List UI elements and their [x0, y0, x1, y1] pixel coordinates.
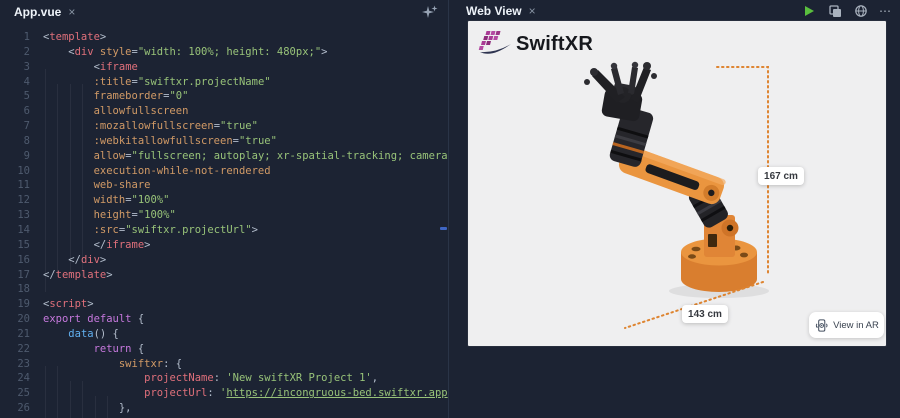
line-number: 25 [0, 386, 30, 401]
line-number: 13 [0, 208, 30, 223]
code-line[interactable]: 6 allowfullscreen [0, 104, 448, 119]
webview-tabbar: Web View × ⋯ [450, 0, 900, 21]
code-line[interactable]: 26 }, [0, 401, 448, 416]
height-measurement-label: 167 cm [758, 167, 804, 185]
scroll-marker [440, 227, 447, 230]
width-measurement-label: 143 cm [682, 305, 728, 323]
line-number: 21 [0, 327, 30, 342]
code-line[interactable]: 17</template> [0, 268, 448, 283]
code-line[interactable]: 7 :mozallowfullscreen="true" [0, 119, 448, 134]
tab-app-vue-label: App.vue [14, 5, 61, 19]
indent-guide [107, 396, 108, 418]
code-editor[interactable]: 1<template>2 <div style="width: 100%; he… [0, 24, 448, 418]
line-number: 15 [0, 238, 30, 253]
indent-guide [45, 69, 46, 292]
line-number: 12 [0, 193, 30, 208]
ai-sparkle-icon[interactable] [422, 4, 438, 20]
code-lines: 1<template>2 <div style="width: 100%; he… [0, 30, 448, 416]
line-number: 19 [0, 297, 30, 312]
code-line[interactable]: 10 execution-while-not-rendered [0, 164, 448, 179]
code-line[interactable]: 9 allow="fullscreen; autoplay; xr-spatia… [0, 149, 448, 164]
swiftxr-3d-viewer-canvas[interactable]: SwiftXR 167 cm 143 cm View in AR [468, 21, 886, 346]
line-number: 18 [0, 282, 30, 297]
indent-guide [82, 381, 83, 418]
tab-web-view[interactable]: Web View × [462, 2, 540, 20]
line-number: 17 [0, 268, 30, 283]
code-line[interactable]: 2 <div style="width: 100%; height: 480px… [0, 45, 448, 60]
editor-tabbar: App.vue × [0, 0, 448, 24]
tab-web-view-label: Web View [466, 4, 522, 18]
indent-guide [82, 84, 83, 277]
indent-guide [57, 84, 58, 277]
code-line[interactable]: 18 [0, 282, 448, 297]
line-number: 8 [0, 134, 30, 149]
code-line[interactable]: 15 </iframe> [0, 238, 448, 253]
line-number: 3 [0, 60, 30, 75]
line-number: 22 [0, 342, 30, 357]
copy-pages-icon[interactable] [827, 3, 843, 19]
line-number: 16 [0, 253, 30, 268]
line-number: 10 [0, 164, 30, 179]
run-icon[interactable] [801, 3, 817, 19]
line-number: 20 [0, 312, 30, 327]
robot-arm-3d-model [468, 21, 886, 346]
code-line[interactable]: 11 web-share [0, 178, 448, 193]
code-line[interactable]: 13 height="100%" [0, 208, 448, 223]
line-number: 7 [0, 119, 30, 134]
line-number: 1 [0, 30, 30, 45]
more-icon[interactable]: ⋯ [879, 5, 892, 17]
code-line[interactable]: 4 :title="swiftxr.projectName" [0, 75, 448, 90]
line-number: 2 [0, 45, 30, 60]
swiftxr-logo: SwiftXR [478, 29, 593, 59]
line-number: 26 [0, 401, 30, 416]
line-number: 9 [0, 149, 30, 164]
code-line[interactable]: 8 :webkitallowfullscreen="true" [0, 134, 448, 149]
close-icon[interactable]: × [529, 5, 536, 17]
ar-phone-icon [814, 318, 829, 333]
code-line[interactable]: 1<template> [0, 30, 448, 45]
code-line[interactable]: 16 </div> [0, 253, 448, 268]
close-icon[interactable]: × [68, 6, 75, 18]
code-editor-pane: App.vue × 1<template>2 <div style="width… [0, 0, 449, 418]
line-number: 11 [0, 178, 30, 193]
webview-actions: ⋯ [801, 3, 892, 19]
line-number: 14 [0, 223, 30, 238]
code-line[interactable]: 20export default { [0, 312, 448, 327]
indent-guide [70, 84, 71, 277]
code-line[interactable]: 21 data() { [0, 327, 448, 342]
code-line[interactable]: 22 return { [0, 342, 448, 357]
code-line[interactable]: 12 width="100%" [0, 193, 448, 208]
code-line[interactable]: 24 projectName: 'New swiftXR Project 1', [0, 371, 448, 386]
code-line[interactable]: 23 swiftxr: { [0, 357, 448, 372]
line-number: 6 [0, 104, 30, 119]
line-number: 4 [0, 75, 30, 90]
indent-guide [57, 366, 58, 418]
view-in-ar-button[interactable]: View in AR [809, 312, 884, 338]
swiftxr-logo-text: SwiftXR [516, 33, 593, 56]
code-line[interactable]: 25 projectUrl: 'https://incongruous-bed.… [0, 386, 448, 401]
line-number: 5 [0, 89, 30, 104]
indent-guide [70, 381, 71, 418]
globe-refresh-icon[interactable] [853, 3, 869, 19]
code-line[interactable]: 19<script> [0, 297, 448, 312]
swiftxr-logo-icon [478, 29, 512, 59]
code-line[interactable]: 5 frameborder="0" [0, 89, 448, 104]
line-number: 23 [0, 357, 30, 372]
tab-app-vue[interactable]: App.vue × [10, 3, 79, 21]
code-line[interactable]: 14 :src="swiftxr.projectUrl"> [0, 223, 448, 238]
line-number: 24 [0, 371, 30, 386]
code-line[interactable]: 3 <iframe [0, 60, 448, 75]
indent-guide [95, 396, 96, 418]
view-in-ar-label: View in AR [833, 320, 879, 331]
indent-guide [45, 366, 46, 418]
web-view-pane: Web View × ⋯ [450, 0, 900, 418]
